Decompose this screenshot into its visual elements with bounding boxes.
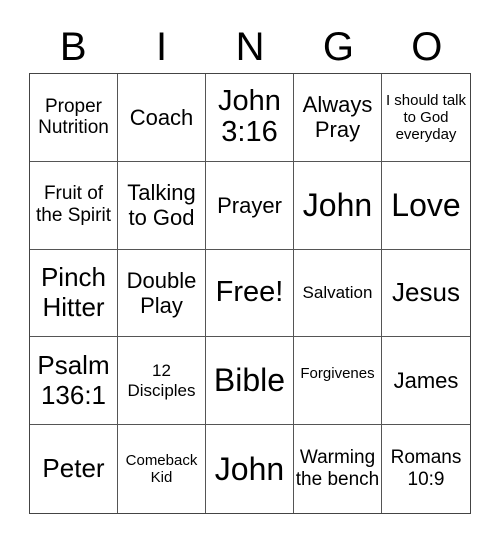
header-letter-i: I bbox=[156, 25, 168, 69]
bingo-cell: Romans 10:9 bbox=[390, 447, 462, 491]
bingo-cell: Psalm 136:1 bbox=[30, 337, 118, 426]
bingo-cell: John bbox=[206, 425, 294, 513]
bingo-cell: Salvation bbox=[294, 249, 382, 338]
free-space: Free! bbox=[206, 249, 294, 338]
header-letter-g: G bbox=[322, 25, 354, 69]
bingo-cell: Coach bbox=[118, 74, 206, 162]
bingo-cell: Peter bbox=[30, 425, 118, 513]
bingo-cell: John bbox=[294, 161, 382, 250]
bingo-cell: Comeback Kid bbox=[118, 425, 206, 513]
bingo-cell: Jesus bbox=[382, 250, 470, 338]
bingo-cell: I should talk to God everyday bbox=[382, 74, 470, 162]
header-letter-o: O bbox=[411, 25, 443, 69]
bingo-cell: Love bbox=[382, 162, 470, 250]
bingo-cell: Pinch Hitter bbox=[30, 249, 118, 338]
bingo-cell: Fruit of the Spirit bbox=[30, 161, 118, 250]
header-letter-n: N bbox=[235, 25, 265, 69]
bingo-header: B I N G O bbox=[29, 22, 471, 72]
header-letter-b: B bbox=[59, 25, 87, 69]
bingo-cell: Forgivenes bbox=[294, 337, 382, 426]
bingo-grid: Proper Nutrition Coach John 3:16 Always … bbox=[29, 73, 471, 514]
bingo-cell: Bible bbox=[206, 337, 294, 426]
bingo-cell: John 3:16 bbox=[206, 74, 294, 162]
bingo-cell: Prayer bbox=[206, 161, 294, 250]
bingo-cell: 12 Disciples bbox=[118, 337, 206, 426]
bingo-cell: Warming the bench bbox=[294, 425, 382, 513]
bingo-cell: Proper Nutrition bbox=[30, 74, 118, 162]
bingo-cell: James bbox=[382, 337, 470, 426]
bingo-cell: Double Play bbox=[118, 249, 206, 338]
bingo-cell: Always Pray bbox=[294, 74, 382, 162]
bingo-cell: Talking to God bbox=[118, 161, 206, 250]
